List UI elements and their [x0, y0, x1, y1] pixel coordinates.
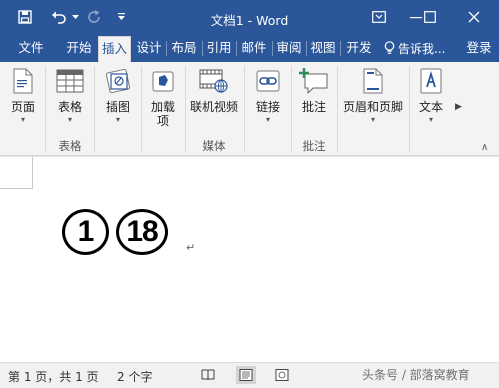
- header-footer-button[interactable]: 页眉和页脚 ▾: [340, 64, 406, 134]
- group-label-tables: 表格: [58, 139, 82, 153]
- pages-icon: [13, 68, 33, 94]
- group-separator: [244, 66, 245, 152]
- online-video-label: 联机视频: [189, 100, 238, 114]
- text-icon: [420, 68, 442, 94]
- collapse-ribbon-icon[interactable]: ∧: [481, 142, 488, 153]
- read-mode-icon: [201, 369, 215, 381]
- customize-qat-icon: [117, 13, 125, 20]
- chevron-down-icon: ▾: [115, 115, 120, 124]
- print-layout-button[interactable]: [236, 366, 256, 384]
- group-separator: [45, 66, 46, 152]
- group-separator: [185, 66, 186, 152]
- redo-icon: [88, 10, 100, 23]
- title-bar: 文档1 - Word: [0, 0, 499, 34]
- undo-button[interactable]: [48, 0, 70, 34]
- comment-button[interactable]: 批注: [294, 64, 334, 134]
- ribbon-scroll-right-icon[interactable]: ▶: [455, 102, 462, 112]
- pages-button[interactable]: 页面 ▾: [4, 64, 42, 134]
- tab-file[interactable]: 文件: [6, 34, 56, 62]
- online-video-icon: [199, 69, 228, 93]
- close-icon: [468, 11, 480, 23]
- links-button[interactable]: 链接 ▾: [248, 64, 288, 134]
- save-button[interactable]: [14, 0, 36, 34]
- table-button[interactable]: 表格 ▾: [50, 64, 90, 134]
- links-icon: [256, 70, 280, 92]
- text-label: 文本: [418, 100, 443, 114]
- ribbon-display-options-icon: [372, 11, 386, 23]
- print-layout-icon: [239, 369, 253, 381]
- group-separator: [141, 66, 142, 152]
- tab-layout[interactable]: 布局: [167, 34, 201, 62]
- chevron-down-icon: ▾: [67, 115, 72, 124]
- group-separator: [94, 66, 95, 152]
- addins-icon: [152, 71, 174, 92]
- tab-home[interactable]: 开始: [62, 34, 96, 62]
- maximize-icon: [424, 11, 436, 23]
- maximize-button[interactable]: [410, 0, 450, 34]
- online-video-button[interactable]: 联机视频: [188, 64, 240, 134]
- group-separator: [409, 66, 410, 152]
- illustrations-icon: [106, 69, 130, 93]
- chevron-down-icon: ▾: [20, 115, 25, 124]
- document-page[interactable]: 1 18 ↵: [0, 157, 499, 362]
- chevron-down-icon: ▾: [428, 115, 433, 124]
- paragraph-mark: ↵: [186, 241, 196, 254]
- addins-label: 加载项: [150, 100, 175, 128]
- redo-button[interactable]: [84, 0, 104, 34]
- group-label-comments: 批注: [302, 139, 326, 153]
- tab-review[interactable]: 审阅: [273, 34, 305, 62]
- tab-design[interactable]: 设计: [133, 34, 165, 62]
- watermark-text: 头条号 / 部落窝教育: [362, 368, 470, 382]
- status-bar: 第 1 页，共 1 页 2 个字 头条号 / 部落窝教育: [0, 362, 499, 388]
- table-icon: [56, 69, 84, 93]
- illustrations-label: 插图: [105, 100, 130, 114]
- undo-dropdown-button[interactable]: [70, 0, 80, 34]
- sign-in-link[interactable]: 登录: [462, 34, 496, 62]
- ribbon-options-button[interactable]: [359, 0, 399, 34]
- web-layout-button[interactable]: [272, 366, 292, 384]
- tell-me-search[interactable]: 告诉我...: [384, 34, 445, 62]
- text-button[interactable]: 文本 ▾: [412, 64, 450, 134]
- pages-label: 页面: [10, 100, 35, 114]
- web-layout-icon: [275, 369, 289, 381]
- tell-me-label: 告诉我...: [398, 41, 446, 56]
- ribbon-insert-panel: 页面 ▾ 表格 ▾ 表格 插图 ▾ 加载项 联机视频 媒体 链接 ▾ 批注 批注…: [0, 62, 499, 156]
- undo-icon: [52, 11, 66, 24]
- lightbulb-icon: [384, 41, 395, 54]
- document-area: 1 18 ↵: [0, 157, 499, 362]
- chevron-down-icon: [71, 14, 79, 19]
- chevron-down-icon: ▾: [370, 115, 375, 124]
- page-count[interactable]: 第 1 页，共 1 页: [8, 368, 99, 385]
- page-margin-corner: [0, 157, 33, 189]
- group-separator: [291, 66, 292, 152]
- read-mode-button[interactable]: [198, 366, 218, 384]
- comment-icon: [299, 68, 328, 94]
- ribbon-tab-bar: 文件 开始 插入 设计 布局 引用 邮件 审阅 视图 开发 告诉我... 登录: [0, 34, 499, 62]
- tab-insert[interactable]: 插入: [98, 36, 131, 62]
- save-icon: [18, 10, 32, 24]
- links-label: 链接: [255, 100, 280, 114]
- header-footer-icon: [363, 68, 383, 94]
- tab-developer[interactable]: 开发: [341, 34, 377, 62]
- header-footer-label: 页眉和页脚: [342, 100, 403, 114]
- tab-view[interactable]: 视图: [307, 34, 339, 62]
- table-label: 表格: [57, 100, 82, 114]
- chevron-down-icon: ▾: [265, 115, 270, 124]
- tab-mailings[interactable]: 邮件: [237, 34, 271, 62]
- enclosed-character[interactable]: 18: [116, 209, 168, 255]
- group-label-media: 媒体: [202, 139, 226, 153]
- addins-button[interactable]: 加载项: [144, 64, 182, 134]
- comment-label: 批注: [301, 100, 326, 114]
- customize-qat-button[interactable]: [114, 0, 128, 34]
- word-count[interactable]: 2 个字: [117, 368, 152, 385]
- group-separator: [337, 66, 338, 152]
- enclosed-character[interactable]: 1: [62, 209, 109, 255]
- illustrations-button[interactable]: 插图 ▾: [98, 64, 138, 134]
- tab-references[interactable]: 引用: [203, 34, 235, 62]
- close-button[interactable]: [454, 0, 494, 34]
